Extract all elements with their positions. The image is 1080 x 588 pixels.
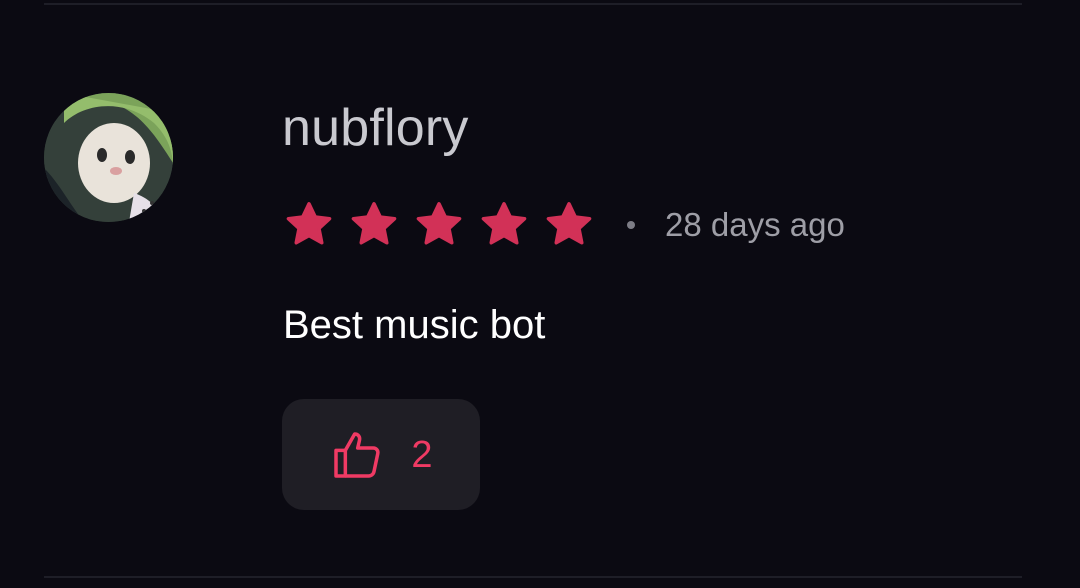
avatar[interactable] bbox=[44, 93, 173, 222]
username[interactable]: nubflory bbox=[282, 98, 469, 158]
avatar-image bbox=[44, 93, 173, 222]
like-count: 2 bbox=[411, 433, 433, 476]
review-timestamp: 28 days ago bbox=[665, 206, 845, 243]
star-rating bbox=[283, 199, 595, 251]
like-button[interactable]: 2 bbox=[282, 399, 480, 510]
star-icon bbox=[286, 202, 332, 245]
star-icon bbox=[481, 202, 527, 245]
star-icon bbox=[546, 202, 592, 245]
review-text: Best music bot bbox=[283, 303, 546, 347]
thumbs-up-icon bbox=[334, 431, 381, 478]
bottom-divider bbox=[44, 576, 1022, 578]
separator-dot bbox=[627, 221, 635, 229]
rating-row: 28 days ago bbox=[283, 198, 845, 252]
star-icon bbox=[351, 202, 397, 245]
top-divider bbox=[44, 3, 1022, 5]
star-icon bbox=[416, 202, 462, 245]
